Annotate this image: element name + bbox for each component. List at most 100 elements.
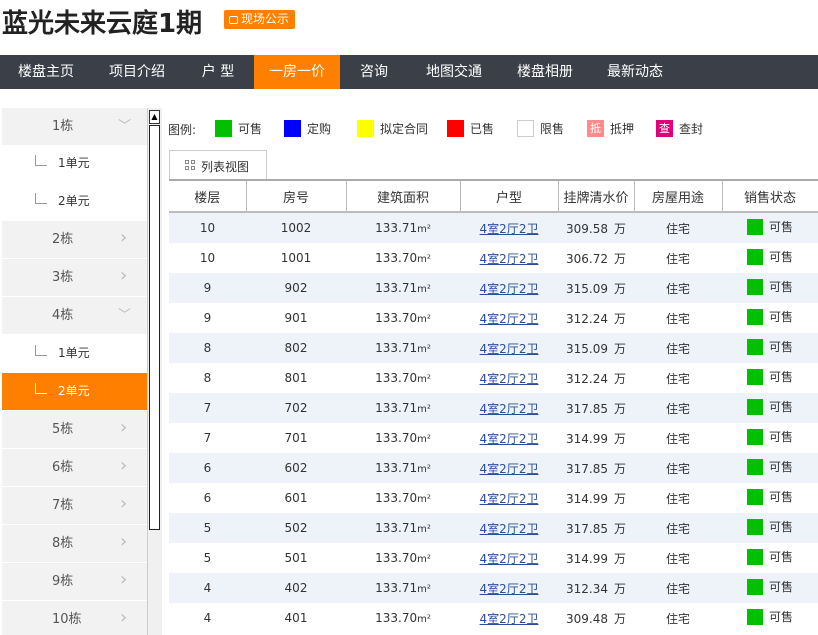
status-badge: 可售 bbox=[746, 278, 793, 295]
nav-item[interactable]: 地图交通 bbox=[408, 55, 500, 89]
area-value: 133.70 bbox=[375, 551, 418, 565]
status-label: 可售 bbox=[768, 490, 793, 505]
chevron-right-icon: › bbox=[120, 227, 128, 248]
cell-usage: 住宅 bbox=[634, 603, 722, 633]
table-row[interactable]: 9 901 133.70m² 4室2厅2卫 312.24 万住宅 可售 bbox=[169, 303, 818, 333]
layout-link[interactable]: 4室2厅2卫 bbox=[480, 582, 539, 596]
sidebar-building[interactable]: 1栋 ﹀ bbox=[2, 108, 147, 145]
status-swatch bbox=[746, 608, 763, 625]
cell-layout: 4室2厅2卫 bbox=[460, 603, 558, 633]
table-row[interactable]: 8 802 133.71m² 4室2厅2卫 315.09 万住宅 可售 bbox=[169, 333, 818, 363]
table-row[interactable]: 4 401 133.70m² 4室2厅2卫 309.48 万住宅 可售 bbox=[169, 603, 818, 633]
table-row[interactable]: 10 1001 133.70m² 4室2厅2卫 306.72 万住宅 可售 bbox=[169, 243, 818, 273]
table-row[interactable]: 7 702 133.71m² 4室2厅2卫 317.85 万住宅 可售 bbox=[169, 393, 818, 423]
cell-area: 133.70m² bbox=[346, 603, 460, 633]
scroll-up-arrow-icon[interactable]: ▲ bbox=[149, 110, 160, 124]
sidebar-item-label: 3栋 bbox=[52, 270, 74, 285]
layout-link[interactable]: 4室2厅2卫 bbox=[480, 342, 539, 356]
sidebar-scrollbar[interactable]: ▲ bbox=[147, 108, 162, 635]
sidebar-building[interactable]: 3栋 › bbox=[2, 259, 147, 296]
nav-item[interactable]: 咨询 bbox=[340, 55, 408, 89]
layout-link[interactable]: 4室2厅2卫 bbox=[480, 312, 539, 326]
area-unit: m² bbox=[417, 494, 431, 505]
nav-item[interactable]: 一房一价 bbox=[254, 55, 340, 89]
sidebar-item-label: 8栋 bbox=[52, 536, 74, 551]
cell-room: 902 bbox=[246, 273, 346, 303]
price-value: 306.72 bbox=[565, 251, 608, 266]
layout-link[interactable]: 4室2厅2卫 bbox=[480, 612, 539, 626]
table-row[interactable]: 6 601 133.70m² 4室2厅2卫 314.99 万住宅 可售 bbox=[169, 483, 818, 513]
area-value: 133.70 bbox=[375, 431, 418, 445]
nav-item[interactable]: 项目介绍 bbox=[92, 55, 182, 89]
sidebar-building[interactable]: 5栋 › bbox=[2, 411, 147, 448]
sidebar-unit[interactable]: 2单元 bbox=[2, 373, 147, 410]
price-unit: 万 bbox=[613, 281, 626, 296]
table-row[interactable]: 7 701 133.70m² 4室2厅2卫 314.99 万住宅 可售 bbox=[169, 423, 818, 453]
sidebar-item-label: 2单元 bbox=[58, 194, 90, 208]
sidebar-building[interactable]: 4栋 ﹀ bbox=[2, 297, 147, 334]
cell-price: 315.09 万 bbox=[558, 273, 634, 303]
cell-usage: 住宅 bbox=[634, 453, 722, 483]
cell-status: 可售 bbox=[722, 483, 818, 513]
layout-link[interactable]: 4室2厅2卫 bbox=[480, 432, 539, 446]
legend-title: 图例: bbox=[168, 123, 197, 137]
cell-room: 501 bbox=[246, 543, 346, 573]
table-row[interactable]: 5 502 133.71m² 4室2厅2卫 317.85 万住宅 可售 bbox=[169, 513, 818, 543]
sidebar-building[interactable]: 2栋 › bbox=[2, 221, 147, 258]
status-swatch bbox=[746, 548, 763, 565]
nav-item[interactable]: 最新动态 bbox=[590, 55, 680, 89]
cell-layout: 4室2厅2卫 bbox=[460, 333, 558, 363]
nav-item[interactable]: 楼盘主页 bbox=[0, 55, 92, 89]
table-row[interactable]: 6 602 133.71m² 4室2厅2卫 317.85 万住宅 可售 bbox=[169, 453, 818, 483]
sidebar-building[interactable]: 8栋 › bbox=[2, 525, 147, 562]
sidebar-building[interactable]: 6栋 › bbox=[2, 449, 147, 486]
area-value: 133.71 bbox=[375, 341, 418, 355]
sidebar-building[interactable]: 10栋 › bbox=[2, 601, 147, 635]
scrollbar-thumb[interactable] bbox=[149, 125, 160, 530]
layout-link[interactable]: 4室2厅2卫 bbox=[480, 552, 539, 566]
status-swatch bbox=[746, 458, 763, 475]
scrollbar-track[interactable] bbox=[149, 125, 160, 635]
cell-room: 901 bbox=[246, 303, 346, 333]
cell-usage: 住宅 bbox=[634, 543, 722, 573]
layout-link[interactable]: 4室2厅2卫 bbox=[480, 462, 539, 476]
table-row[interactable]: 4 402 133.71m² 4室2厅2卫 312.34 万住宅 可售 bbox=[169, 573, 818, 603]
layout-link[interactable]: 4室2厅2卫 bbox=[480, 372, 539, 386]
layout-link[interactable]: 4室2厅2卫 bbox=[480, 252, 539, 266]
sidebar-unit[interactable]: 2单元 bbox=[2, 183, 147, 220]
sidebar-item-label: 2单元 bbox=[58, 384, 90, 398]
sidebar-building[interactable]: 7栋 › bbox=[2, 487, 147, 524]
cell-status: 可售 bbox=[722, 543, 818, 573]
sidebar-unit[interactable]: 1单元 bbox=[2, 145, 147, 182]
area-value: 133.70 bbox=[375, 491, 418, 505]
legend-item: 已售 bbox=[447, 119, 494, 137]
layout-link[interactable]: 4室2厅2卫 bbox=[480, 402, 539, 416]
nav-item[interactable]: 户 型 bbox=[182, 55, 254, 89]
tab-list-view[interactable]: 列表视图 bbox=[169, 150, 267, 179]
cell-area: 133.70m² bbox=[346, 243, 460, 273]
legend-item: 查查封 bbox=[656, 119, 703, 137]
table-row[interactable]: 5 501 133.70m² 4室2厅2卫 314.99 万住宅 可售 bbox=[169, 543, 818, 573]
cell-floor: 5 bbox=[169, 513, 246, 543]
page-header: 蓝光未来云庭1期 现场公示 bbox=[0, 0, 818, 48]
sidebar-unit[interactable]: 1单元 bbox=[2, 335, 147, 372]
sidebar-item-label: 1单元 bbox=[58, 156, 90, 170]
nav-item[interactable]: 楼盘相册 bbox=[500, 55, 590, 89]
cell-price: 306.72 万 bbox=[558, 243, 634, 273]
status-swatch bbox=[746, 338, 763, 355]
table-row[interactable]: 10 1002 133.71m² 4室2厅2卫 309.58 万住宅 可售 bbox=[169, 212, 818, 243]
layout-link[interactable]: 4室2厅2卫 bbox=[480, 282, 539, 296]
chevron-right-icon: › bbox=[120, 265, 128, 286]
legend-swatch: 抵 bbox=[587, 119, 604, 137]
status-label: 可售 bbox=[768, 610, 793, 625]
onsite-notice-badge[interactable]: 现场公示 bbox=[224, 10, 296, 29]
cell-price: 309.48 万 bbox=[558, 603, 634, 633]
layout-link[interactable]: 4室2厅2卫 bbox=[480, 222, 539, 236]
price-unit: 万 bbox=[613, 341, 626, 356]
layout-link[interactable]: 4室2厅2卫 bbox=[480, 522, 539, 536]
layout-link[interactable]: 4室2厅2卫 bbox=[480, 492, 539, 506]
sidebar-building[interactable]: 9栋 › bbox=[2, 563, 147, 600]
table-row[interactable]: 8 801 133.70m² 4室2厅2卫 312.24 万住宅 可售 bbox=[169, 363, 818, 393]
cell-floor: 9 bbox=[169, 303, 246, 333]
table-row[interactable]: 9 902 133.71m² 4室2厅2卫 315.09 万住宅 可售 bbox=[169, 273, 818, 303]
